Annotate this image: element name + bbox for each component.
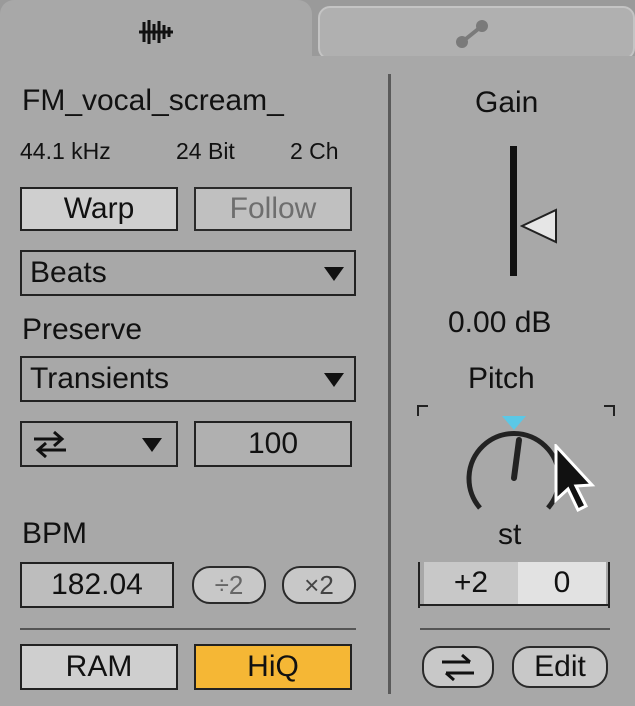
- preserve-label: Preserve: [22, 313, 143, 346]
- chevron-down-icon: [324, 267, 344, 281]
- semitone-field[interactable]: +2: [424, 562, 518, 604]
- follow-button[interactable]: Follow: [194, 187, 352, 231]
- swap-button[interactable]: [422, 646, 494, 688]
- clip-name: FM_vocal_scream_: [22, 84, 284, 117]
- pitch-unit: st: [498, 518, 522, 551]
- separator: [420, 628, 610, 630]
- hiq-button[interactable]: HiQ: [194, 644, 352, 690]
- gain-label: Gain: [475, 86, 539, 119]
- double-tempo-button[interactable]: ×2: [282, 566, 356, 604]
- loop-mode-dropdown[interactable]: [20, 421, 178, 467]
- separator: [20, 628, 356, 630]
- mouse-cursor-icon: [554, 444, 596, 513]
- bpm-field[interactable]: 182.04: [20, 562, 174, 608]
- warp-mode-dropdown[interactable]: Beats: [20, 250, 356, 296]
- gain-value: 0.00 dB: [448, 306, 552, 339]
- halve-tempo-button[interactable]: ÷2: [192, 566, 266, 604]
- waveform-icon: [139, 20, 173, 44]
- loop-arrows-icon: [34, 430, 66, 458]
- preserve-dropdown[interactable]: Transients: [20, 356, 356, 402]
- gain-slider-track[interactable]: [510, 146, 517, 276]
- transpose-group: +2 0: [418, 562, 610, 608]
- preserve-value: Transients: [30, 362, 169, 395]
- channel-count: 2 Ch: [290, 138, 339, 164]
- ram-button[interactable]: RAM: [20, 644, 178, 690]
- gain-slider-handle[interactable]: [520, 208, 560, 244]
- bpm-label: BPM: [22, 517, 88, 550]
- chevron-down-icon: [142, 438, 162, 452]
- warp-button[interactable]: Warp: [20, 187, 178, 231]
- detune-field[interactable]: 0: [518, 562, 606, 604]
- warp-mode-value: Beats: [30, 256, 107, 289]
- sample-rate: 44.1 kHz: [20, 138, 111, 164]
- panel-divider: [388, 74, 391, 694]
- pitch-indicator-icon: [502, 416, 526, 430]
- chevron-down-icon: [324, 373, 344, 387]
- transient-envelope-field[interactable]: 100: [194, 421, 352, 467]
- transpose-underline: [420, 604, 608, 606]
- bit-depth: 24 Bit: [176, 138, 235, 164]
- swap-arrows-icon: [442, 653, 474, 681]
- envelope-node-icon: [456, 20, 488, 48]
- tab-sample[interactable]: [0, 0, 312, 62]
- pitch-label: Pitch: [468, 362, 535, 395]
- edit-button[interactable]: Edit: [512, 646, 608, 688]
- tab-envelopes[interactable]: [318, 6, 635, 60]
